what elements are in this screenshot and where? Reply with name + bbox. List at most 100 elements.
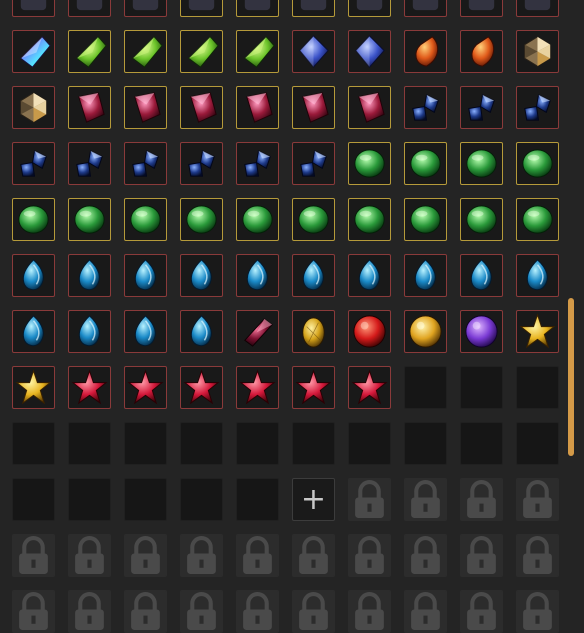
inventory-slot-filled[interactable] xyxy=(348,142,391,185)
inventory-slot-filled[interactable] xyxy=(180,310,223,353)
inventory-slot-filled[interactable] xyxy=(460,0,503,17)
inventory-slot-locked[interactable] xyxy=(516,478,559,521)
inventory-slot-filled[interactable] xyxy=(404,198,447,241)
inventory-slot-filled[interactable] xyxy=(460,310,503,353)
inventory-slot-empty[interactable] xyxy=(124,422,167,465)
inventory-slot-empty[interactable] xyxy=(180,422,223,465)
inventory-slot-empty[interactable] xyxy=(292,422,335,465)
inventory-slot-empty[interactable] xyxy=(180,478,223,521)
inventory-slot-locked[interactable] xyxy=(68,590,111,633)
inventory-slot-filled[interactable] xyxy=(12,86,55,129)
inventory-slot-filled[interactable] xyxy=(68,86,111,129)
scrollbar-thumb[interactable] xyxy=(568,298,574,457)
inventory-slot-filled[interactable] xyxy=(404,310,447,353)
inventory-slot-locked[interactable] xyxy=(516,590,559,633)
inventory-slot-filled[interactable] xyxy=(12,0,55,17)
inventory-slot-filled[interactable] xyxy=(516,198,559,241)
inventory-slot-filled[interactable] xyxy=(348,0,391,17)
inventory-slot-filled[interactable] xyxy=(12,310,55,353)
inventory-slot-empty[interactable] xyxy=(68,478,111,521)
inventory-slot-filled[interactable] xyxy=(124,310,167,353)
inventory-slot-empty[interactable] xyxy=(124,478,167,521)
inventory-slot-filled[interactable] xyxy=(348,254,391,297)
inventory-slot-filled[interactable] xyxy=(180,254,223,297)
inventory-slot-empty[interactable] xyxy=(68,422,111,465)
inventory-slot-filled[interactable] xyxy=(460,254,503,297)
inventory-slot-empty[interactable] xyxy=(516,422,559,465)
inventory-slot-filled[interactable] xyxy=(180,0,223,17)
inventory-slot-filled[interactable] xyxy=(516,86,559,129)
inventory-slot-filled[interactable] xyxy=(180,198,223,241)
inventory-slot-locked[interactable] xyxy=(292,534,335,577)
inventory-slot-locked[interactable] xyxy=(404,590,447,633)
inventory-slot-filled[interactable] xyxy=(68,198,111,241)
inventory-slot-filled[interactable] xyxy=(68,310,111,353)
inventory-slot-locked[interactable] xyxy=(180,534,223,577)
inventory-slot-filled[interactable] xyxy=(12,142,55,185)
inventory-slot-locked[interactable] xyxy=(68,534,111,577)
inventory-slot-filled[interactable] xyxy=(460,86,503,129)
inventory-slot-filled[interactable] xyxy=(180,142,223,185)
inventory-slot-filled[interactable] xyxy=(236,310,279,353)
inventory-slot-locked[interactable] xyxy=(124,590,167,633)
inventory-slot-locked[interactable] xyxy=(516,534,559,577)
inventory-slot-locked[interactable] xyxy=(404,478,447,521)
inventory-slot-locked[interactable] xyxy=(348,478,391,521)
inventory-slot-locked[interactable] xyxy=(460,534,503,577)
inventory-slot-locked[interactable] xyxy=(404,534,447,577)
inventory-slot-locked[interactable] xyxy=(460,590,503,633)
inventory-slot-filled[interactable] xyxy=(404,86,447,129)
inventory-slot-locked[interactable] xyxy=(348,534,391,577)
inventory-slot-filled[interactable] xyxy=(292,86,335,129)
inventory-slot-empty[interactable] xyxy=(404,422,447,465)
inventory-slot-filled[interactable] xyxy=(292,142,335,185)
inventory-slot-filled[interactable] xyxy=(124,86,167,129)
inventory-slot-empty[interactable] xyxy=(236,422,279,465)
inventory-slot-filled[interactable] xyxy=(292,366,335,409)
inventory-slot-filled[interactable] xyxy=(516,254,559,297)
inventory-slot-filled[interactable] xyxy=(236,142,279,185)
inventory-slot-filled[interactable] xyxy=(180,86,223,129)
inventory-slot-filled[interactable] xyxy=(12,198,55,241)
inventory-slot-filled[interactable] xyxy=(124,142,167,185)
inventory-slot-filled[interactable] xyxy=(460,142,503,185)
inventory-slot-filled[interactable] xyxy=(348,86,391,129)
inventory-slot-filled[interactable] xyxy=(236,86,279,129)
inventory-slot-filled[interactable] xyxy=(236,254,279,297)
inventory-slot-filled[interactable] xyxy=(460,198,503,241)
inventory-slot-filled[interactable] xyxy=(124,366,167,409)
inventory-slot-filled[interactable] xyxy=(292,198,335,241)
inventory-slot-filled[interactable] xyxy=(12,30,55,73)
inventory-slot-filled[interactable] xyxy=(348,310,391,353)
inventory-slot-filled[interactable] xyxy=(180,30,223,73)
inventory-slot-filled[interactable] xyxy=(68,0,111,17)
inventory-slot-filled[interactable] xyxy=(516,310,559,353)
inventory-slot-filled[interactable] xyxy=(124,254,167,297)
inventory-slot-filled[interactable] xyxy=(236,30,279,73)
inventory-slot-filled[interactable] xyxy=(516,0,559,17)
inventory-slot-locked[interactable] xyxy=(12,534,55,577)
inventory-slot-locked[interactable] xyxy=(292,590,335,633)
inventory-slot-empty[interactable] xyxy=(460,366,503,409)
inventory-slot-filled[interactable] xyxy=(12,254,55,297)
inventory-slot-filled[interactable] xyxy=(68,142,111,185)
inventory-slot-locked[interactable] xyxy=(12,590,55,633)
inventory-slot-filled[interactable] xyxy=(516,142,559,185)
inventory-slot-locked[interactable] xyxy=(236,590,279,633)
inventory-slot-locked[interactable] xyxy=(348,590,391,633)
inventory-slot-locked[interactable] xyxy=(124,534,167,577)
inventory-slot-empty[interactable] xyxy=(516,366,559,409)
inventory-slot-filled[interactable] xyxy=(68,30,111,73)
inventory-slot-filled[interactable] xyxy=(404,0,447,17)
inventory-slot-filled[interactable] xyxy=(180,366,223,409)
inventory-slot-filled[interactable] xyxy=(516,30,559,73)
inventory-slot-filled[interactable] xyxy=(68,254,111,297)
inventory-slot-filled[interactable] xyxy=(124,30,167,73)
inventory-slot-empty[interactable] xyxy=(348,422,391,465)
inventory-slot-filled[interactable] xyxy=(460,30,503,73)
inventory-slot-filled[interactable] xyxy=(124,198,167,241)
inventory-slot-filled[interactable] xyxy=(236,366,279,409)
inventory-slot-filled[interactable] xyxy=(236,198,279,241)
inventory-slot-filled[interactable] xyxy=(292,310,335,353)
add-slot-button[interactable]: + xyxy=(292,478,335,521)
